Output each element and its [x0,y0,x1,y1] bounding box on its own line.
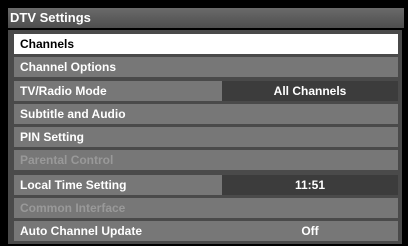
dtv-settings-screen: DTV Settings Channels Channel Options TV… [0,0,408,246]
menu-item-label: Channel Options [20,60,116,74]
tv-radio-mode-value-box: All Channels [222,81,398,101]
menu-item-label: PIN Setting [20,130,85,144]
menu-item-label: Channels [20,37,75,51]
tv-radio-mode-value: All Channels [273,84,347,98]
menu-title: DTV Settings [8,8,404,28]
menu-item-pin-setting[interactable]: PIN Setting [14,127,398,147]
menu-item-label: TV/Radio Mode [20,84,107,98]
menu-item-common-interface: Common Interface [14,198,398,218]
menu-item-label: Parental Control [20,153,114,167]
menu-item-label: Auto Channel Update [20,224,142,238]
auto-channel-update-value-box: Off [222,221,398,241]
menu-item-auto-channel-update[interactable]: Auto Channel Update Off [14,221,398,241]
menu-item-label: Subtitle and Audio [20,107,126,121]
menu-item-subtitle-audio[interactable]: Subtitle and Audio [14,104,398,124]
menu-item-channel-options[interactable]: Channel Options [14,57,398,77]
menu-item-label: Common Interface [20,201,126,215]
local-time-value: 11:51 [294,178,326,192]
menu-item-label: Local Time Setting [20,178,127,192]
menu-item-parental-control: Parental Control [14,150,398,170]
settings-menu: Channels Channel Options TV/Radio Mode A… [8,30,402,244]
menu-item-tv-radio-mode[interactable]: TV/Radio Mode All Channels [14,81,398,101]
auto-channel-update-value: Off [301,224,319,238]
menu-item-channels[interactable]: Channels [14,34,398,54]
menu-item-local-time-setting[interactable]: Local Time Setting 11:51 [14,175,398,195]
local-time-value-box: 11:51 [222,175,398,195]
